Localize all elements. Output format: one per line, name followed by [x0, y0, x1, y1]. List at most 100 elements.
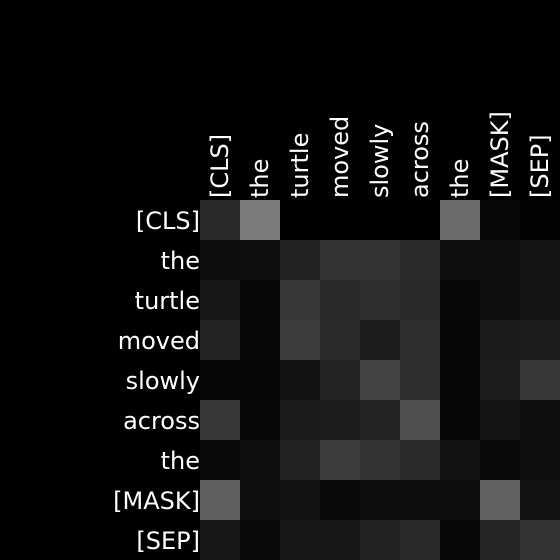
heatmap-cell-r5-c1 [240, 400, 280, 440]
row-label-4: slowly [126, 367, 200, 395]
heatmap-cell-r0-c1 [240, 200, 280, 240]
heatmap-cell-r6-c3 [320, 440, 360, 480]
row-label-2: turtle [135, 287, 200, 315]
heatmap-cell-r5-c7 [480, 400, 520, 440]
heatmap-cell-r6-c2 [280, 440, 320, 480]
heatmap-cell-r7-c3 [320, 480, 360, 520]
heatmap-cell-r1-c5 [400, 240, 440, 280]
heatmap-cell-r8-c1 [240, 520, 280, 560]
heatmap-cell-r4-c5 [400, 360, 440, 400]
heatmap-cell-r2-c6 [440, 280, 480, 320]
heatmap-cell-r4-c7 [480, 360, 520, 400]
heatmap-cell-r3-c2 [280, 320, 320, 360]
heatmap-cell-r1-c6 [440, 240, 480, 280]
heatmap-cell-r7-c6 [440, 480, 480, 520]
row-label-0: [CLS] [136, 207, 200, 235]
row-label-5: across [123, 407, 200, 435]
heatmap-cell-r4-c8 [520, 360, 560, 400]
column-labels: [CLS] the turtle moved slowly across the [MASK]… [206, 111, 554, 198]
heatmap-cell-r3-c3 [320, 320, 360, 360]
heatmap-cell-r4-c6 [440, 360, 480, 400]
heatmap-cell-r5-c3 [320, 400, 360, 440]
heatmap-cell-r2-c8 [520, 280, 560, 320]
heatmap-cell-r1-c8 [520, 240, 560, 280]
heatmap-cell-r6-c4 [360, 440, 400, 480]
heatmap-cell-r0-c2 [280, 200, 320, 240]
row-label-1: the [161, 247, 200, 275]
heatmap-cell-r0-c0 [200, 200, 240, 240]
column-label-0: [CLS] [206, 134, 234, 198]
heatmap-cell-r6-c5 [400, 440, 440, 480]
column-label-1: the [246, 159, 274, 198]
heatmap-cell-r2-c2 [280, 280, 320, 320]
column-label-6: the [446, 159, 474, 198]
heatmap-cell-r7-c8 [520, 480, 560, 520]
heatmap-cell-r1-c3 [320, 240, 360, 280]
heatmap-cell-r8-c8 [520, 520, 560, 560]
heatmap-cell-r3-c1 [240, 320, 280, 360]
column-label-2: turtle [286, 133, 314, 198]
heatmap-cell-r7-c5 [400, 480, 440, 520]
heatmap-cell-r8-c0 [200, 520, 240, 560]
row-label-8: [SEP] [136, 527, 200, 555]
heatmap-cell-r4-c0 [200, 360, 240, 400]
heatmap-cell-r1-c4 [360, 240, 400, 280]
heatmap-cell-r3-c7 [480, 320, 520, 360]
heatmap-cell-r5-c6 [440, 400, 480, 440]
heatmap-cell-r0-c4 [360, 200, 400, 240]
heatmap-cell-r3-c4 [360, 320, 400, 360]
heatmap-cell-r3-c8 [520, 320, 560, 360]
heatmap-cell-r1-c1 [240, 240, 280, 280]
heatmap-cell-r0-c3 [320, 200, 360, 240]
heatmap-cell-r6-c1 [240, 440, 280, 480]
heatmap-cell-r4-c2 [280, 360, 320, 400]
column-label-7: [MASK] [486, 111, 514, 198]
heatmap-cell-r2-c3 [320, 280, 360, 320]
heatmap-cell-r8-c4 [360, 520, 400, 560]
heatmap-cell-r3-c0 [200, 320, 240, 360]
heatmap-cell-r4-c1 [240, 360, 280, 400]
heatmap-cell-r8-c2 [280, 520, 320, 560]
row-label-7: [MASK] [113, 487, 200, 515]
heatmap-cell-r6-c7 [480, 440, 520, 480]
heatmap-cell-r3-c6 [440, 320, 480, 360]
heatmap-cell-r6-c8 [520, 440, 560, 480]
heatmap-cell-r4-c4 [360, 360, 400, 400]
heatmap-cell-r5-c5 [400, 400, 440, 440]
heatmap-cell-r4-c3 [320, 360, 360, 400]
heatmap-cell-r7-c4 [360, 480, 400, 520]
heatmap-cell-r5-c2 [280, 400, 320, 440]
heatmap-cells [200, 200, 560, 560]
column-label-4: slowly [366, 124, 394, 198]
heatmap-cell-r8-c5 [400, 520, 440, 560]
column-label-5: across [406, 121, 434, 198]
heatmap-cell-r8-c6 [440, 520, 480, 560]
column-label-3: moved [326, 116, 354, 198]
heatmap-cell-r7-c2 [280, 480, 320, 520]
heatmap-cell-r2-c7 [480, 280, 520, 320]
attention-heatmap: [CLS] the turtle moved slowly across the [MASK]… [113, 111, 560, 560]
heatmap-cell-r0-c7 [480, 200, 520, 240]
heatmap-cell-r5-c8 [520, 400, 560, 440]
heatmap-cell-r8-c3 [320, 520, 360, 560]
heatmap-cell-r2-c1 [240, 280, 280, 320]
heatmap-cell-r1-c7 [480, 240, 520, 280]
heatmap-cell-r1-c2 [280, 240, 320, 280]
heatmap-cell-r1-c0 [200, 240, 240, 280]
attention-heatmap-figure: [CLS] the turtle moved slowly across the [MASK]… [0, 0, 560, 560]
row-labels: [CLS] the turtle moved slowly across the [MASK]… [113, 207, 200, 555]
heatmap-cell-r5-c0 [200, 400, 240, 440]
heatmap-cell-r6-c6 [440, 440, 480, 480]
heatmap-cell-r5-c4 [360, 400, 400, 440]
heatmap-cell-r2-c0 [200, 280, 240, 320]
heatmap-cell-r0-c6 [440, 200, 480, 240]
heatmap-cell-r8-c7 [480, 520, 520, 560]
heatmap-cell-r2-c4 [360, 280, 400, 320]
heatmap-cell-r0-c5 [400, 200, 440, 240]
heatmap-cell-r3-c5 [400, 320, 440, 360]
column-label-8: [SEP] [526, 134, 554, 198]
heatmap-cell-r0-c8 [520, 200, 560, 240]
heatmap-cell-r2-c5 [400, 280, 440, 320]
heatmap-cell-r6-c0 [200, 440, 240, 480]
row-label-3: moved [118, 327, 200, 355]
